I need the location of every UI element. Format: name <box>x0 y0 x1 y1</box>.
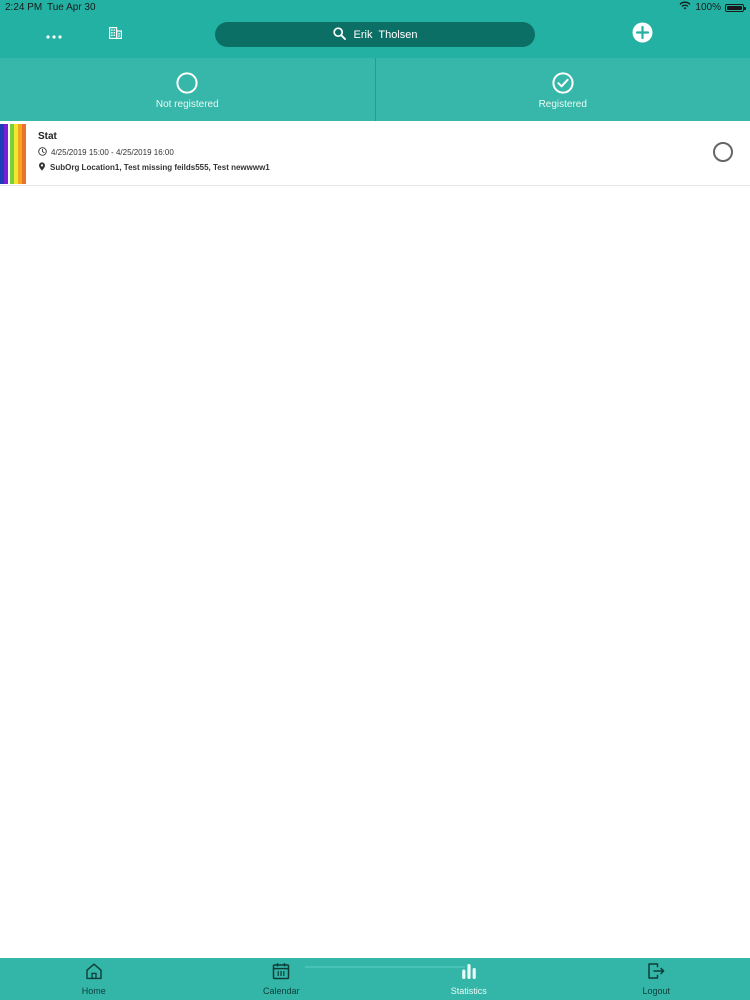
battery-percent: 100% <box>695 2 721 13</box>
status-date: Tue Apr 30 <box>47 2 96 13</box>
bottom-tab-bar: Home Calendar Statistics Logout <box>0 958 750 1000</box>
tab-label: Registered <box>538 99 587 110</box>
event-location-row: SubOrg Location1, Test missing feilds555… <box>38 162 270 173</box>
tab-statistics[interactable]: Statistics <box>375 958 563 1000</box>
status-time: 2:24 PM <box>5 2 43 13</box>
registration-filter: Not registered Registered <box>0 58 750 121</box>
more-icon <box>46 26 62 44</box>
tab-label: Home <box>81 986 106 996</box>
tab-label: Not registered <box>155 99 219 110</box>
add-button[interactable] <box>627 20 657 50</box>
tab-registered[interactable]: Registered <box>376 58 750 121</box>
event-time-row: 4/25/2019 15:00 - 4/25/2019 16:00 <box>38 147 174 158</box>
tab-home[interactable]: Home <box>0 958 188 1000</box>
app-root: 2:24 PM Tue Apr 30 100% Erik Tholsen Not… <box>0 0 750 1000</box>
wifi-icon <box>679 0 691 15</box>
search-icon <box>332 26 346 43</box>
location-pin-icon <box>38 162 46 173</box>
selected-user-name: Erik Tholsen <box>353 28 418 41</box>
home-icon <box>84 961 104 981</box>
category-stripe <box>22 124 26 184</box>
logout-icon <box>646 961 666 981</box>
event-time: 4/25/2019 15:00 - 4/25/2019 16:00 <box>51 148 174 157</box>
status-indicators: 100% <box>679 0 746 15</box>
check-circle-icon <box>552 72 574 94</box>
register-radio-button[interactable] <box>713 142 733 162</box>
tab-calendar[interactable]: Calendar <box>188 958 376 1000</box>
tab-label: Calendar <box>262 986 300 996</box>
bar-chart-icon <box>459 961 479 981</box>
event-title: Stat <box>38 131 57 142</box>
tab-bar-divider <box>305 966 465 968</box>
event-list: Stat 4/25/2019 15:00 - 4/25/2019 16:00 S… <box>0 121 750 186</box>
tab-not-registered[interactable]: Not registered <box>0 58 376 121</box>
more-button[interactable] <box>38 24 70 46</box>
event-location: SubOrg Location1, Test missing feilds555… <box>50 163 270 172</box>
circle-icon <box>176 72 198 94</box>
battery-icon <box>725 3 746 12</box>
category-color-stripes <box>0 124 26 184</box>
plus-circle-icon <box>632 22 653 48</box>
tab-logout[interactable]: Logout <box>563 958 750 1000</box>
tab-label: Logout <box>642 986 671 996</box>
tab-label: Statistics <box>450 986 487 996</box>
list-item[interactable]: Stat 4/25/2019 15:00 - 4/25/2019 16:00 S… <box>0 121 750 186</box>
calendar-icon <box>271 961 291 981</box>
clock-icon <box>38 147 47 158</box>
top-navigation-bar: 2:24 PM Tue Apr 30 100% Erik Tholsen <box>0 0 750 58</box>
status-bar: 2:24 PM Tue Apr 30 100% <box>0 0 750 15</box>
search-user-button[interactable]: Erik Tholsen <box>215 22 535 47</box>
battery-level <box>727 5 742 10</box>
building-icon <box>108 26 122 44</box>
organization-button[interactable] <box>102 23 128 47</box>
